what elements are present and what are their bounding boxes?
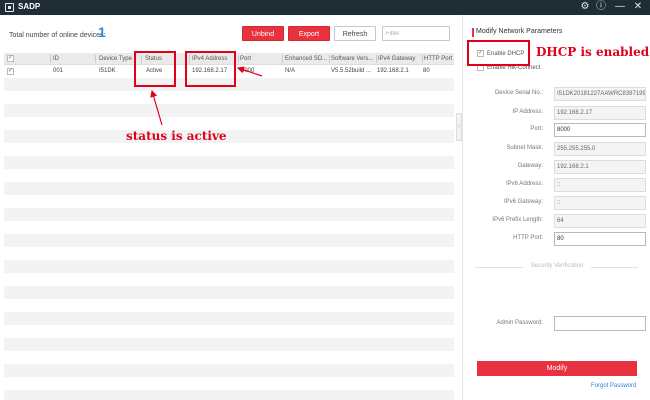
gateway-field: 192.168.2.1 — [554, 160, 646, 174]
ipv6-gateway-label: IPv6 Gateway: — [503, 199, 543, 205]
security-verification-label: Security Verification — [523, 263, 591, 269]
modify-network-panel: Modify Network Parameters Enable DHCP En… — [462, 15, 650, 400]
admin-password-field[interactable] — [554, 316, 646, 331]
ipv6-gateway-field: :: — [554, 196, 646, 210]
subnet-mask-label: Subnet Mask: — [506, 145, 543, 151]
status-arrow — [150, 89, 163, 126]
subnet-mask-field: 255.255.255.0 — [554, 142, 646, 156]
port-field[interactable]: 8000 — [554, 123, 646, 137]
serial-label: Device Serial No.: — [494, 90, 543, 96]
ipv6-prefix-field: 64 — [554, 214, 646, 228]
dhcp-highlight-box — [467, 40, 530, 66]
port-label: Port: — [530, 126, 543, 132]
panel-title-accent — [472, 28, 474, 37]
status-annotation: status is active — [126, 129, 227, 143]
ipv6-address-label: IPv6 Address: — [505, 181, 543, 187]
panel-title: Modify Network Parameters — [476, 28, 563, 35]
forgot-password-link[interactable]: Forgot Password — [591, 383, 636, 389]
ipv4-arrow — [236, 66, 263, 77]
ip-address-field: 192.168.2.17 — [554, 106, 646, 120]
dhcp-annotation: DHCP is enabled — [536, 45, 650, 59]
ipv6-prefix-label: IPv6 Prefix Length: — [492, 217, 543, 223]
ip-address-label: IP Address: — [512, 109, 543, 115]
modify-button[interactable]: Modify — [477, 361, 637, 376]
gateway-label: Gateway: — [517, 163, 543, 169]
http-port-label: HTTP Port: — [513, 235, 543, 241]
ipv6-address-field: :: — [554, 178, 646, 192]
http-port-field[interactable]: 80 — [554, 232, 646, 246]
admin-password-label: Admin Password: — [496, 320, 543, 326]
serial-field: I51DK20181227AAWRC83971999 — [554, 87, 646, 101]
